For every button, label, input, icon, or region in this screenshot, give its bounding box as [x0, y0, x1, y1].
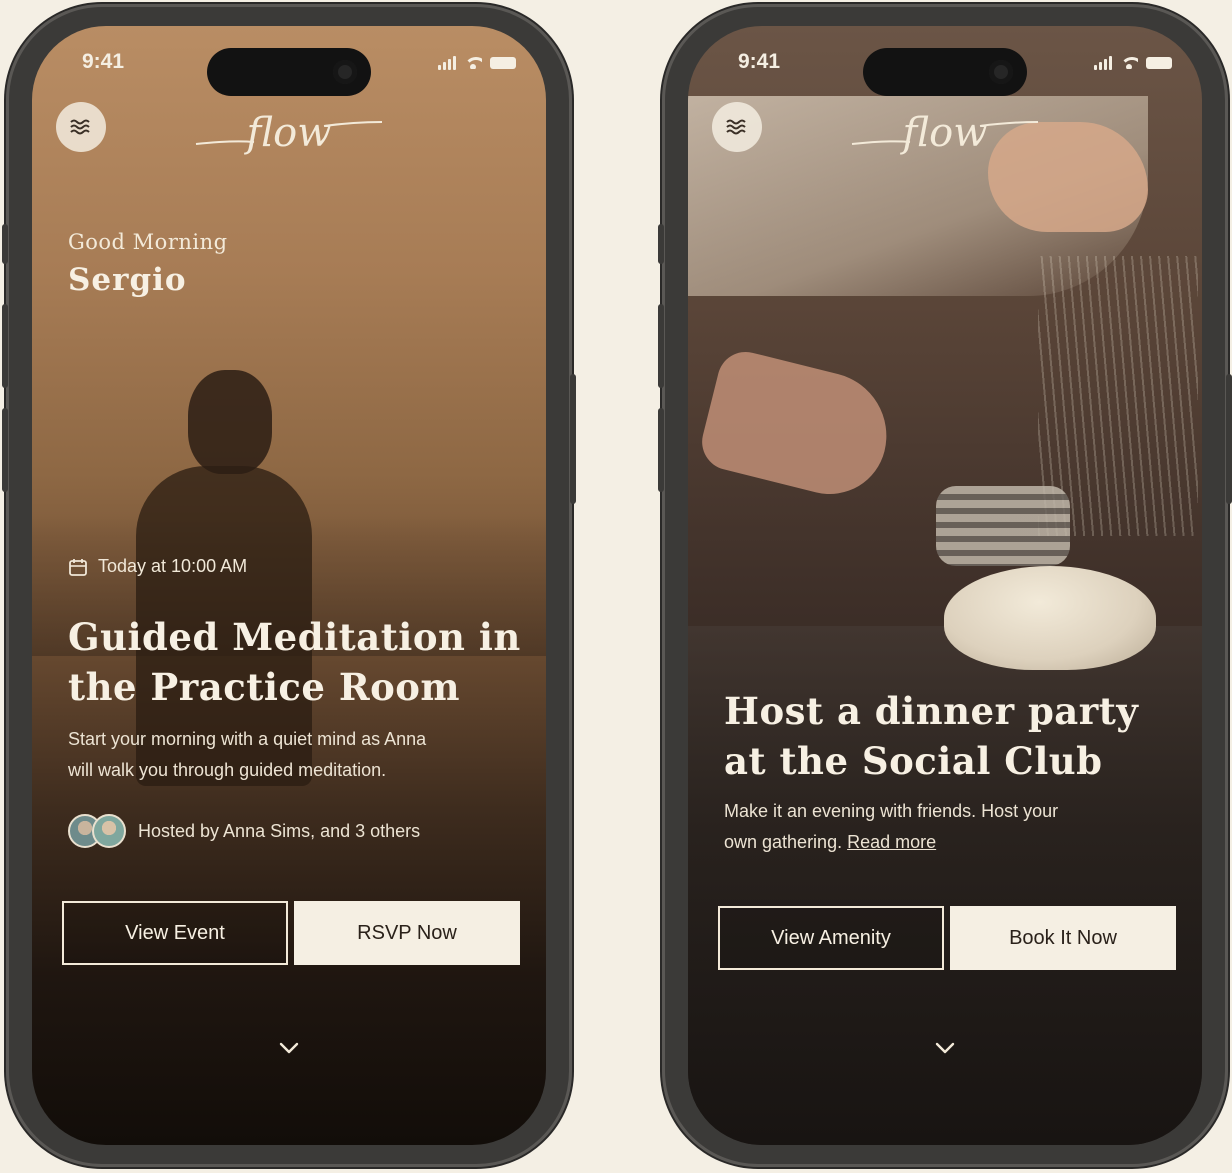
event-title-line1: Guided Meditation in: [68, 615, 521, 659]
view-amenity-button[interactable]: View Amenity: [718, 906, 944, 970]
volume-up-button: [658, 304, 664, 388]
dynamic-island: [207, 48, 371, 96]
book-it-now-button[interactable]: Book It Now: [950, 906, 1176, 970]
amenity-description: Make it an evening with friends. Host yo…: [724, 796, 1194, 858]
status-icons: [438, 56, 516, 70]
menu-button[interactable]: [56, 102, 106, 152]
waves-icon: [726, 119, 746, 135]
flow-logo: flow: [851, 110, 1039, 156]
menu-button[interactable]: [712, 102, 762, 152]
greeting: Good Morning: [68, 230, 228, 254]
hosts-row[interactable]: Hosted by Anna Sims, and 3 others: [68, 814, 420, 848]
status-icons: [1094, 56, 1172, 70]
mute-switch: [2, 224, 8, 264]
signal-icon: [438, 56, 456, 70]
person-head: [188, 370, 272, 474]
event-description-line1: Start your morning with a quiet mind as …: [68, 729, 427, 749]
avatar: [92, 814, 126, 848]
meditation-screen: 9:41 flow Good Morning Sergio Today at 1…: [32, 26, 546, 1145]
event-description-line2: will walk you through guided meditation.: [68, 760, 387, 780]
event-date-text: Today at 10:00 AM: [98, 556, 248, 576]
amenity-title-line2: at the Social Club: [724, 739, 1103, 783]
view-event-button[interactable]: View Event: [62, 901, 288, 965]
power-button: [1226, 374, 1232, 504]
battery-icon: [490, 57, 516, 69]
wifi-icon: [1120, 57, 1138, 69]
event-title: Guided Meditation in the Practice Room: [68, 612, 538, 712]
read-more-link[interactable]: Read more: [847, 832, 936, 852]
dynamic-island: [863, 48, 1027, 96]
event-description: Start your morning with a quiet mind as …: [68, 724, 538, 786]
signal-icon: [1094, 56, 1112, 70]
camera-icon: [989, 60, 1013, 84]
chevron-down-icon[interactable]: [278, 1041, 300, 1055]
dough-ball: [944, 566, 1156, 670]
mute-switch: [658, 224, 664, 264]
volume-down-button: [658, 408, 664, 492]
event-date: Today at 10:00 AM: [68, 556, 247, 577]
logo-text: flow: [244, 110, 332, 156]
status-time: 9:41: [82, 50, 125, 73]
phone-meditation: 9:41 flow Good Morning Sergio Today at 1…: [2, 4, 576, 1167]
flow-logo: flow: [195, 110, 383, 156]
user-name: Sergio: [68, 262, 187, 298]
chevron-down-icon[interactable]: [934, 1041, 956, 1055]
phone-dinner-party: 9:41 flow Host a dinner party at the Soc…: [658, 4, 1232, 1167]
amenity-title: Host a dinner party at the Social Club: [724, 686, 1194, 786]
wifi-icon: [464, 57, 482, 69]
volume-up-button: [2, 304, 8, 388]
logo-text: flow: [900, 110, 988, 156]
power-button: [570, 374, 576, 504]
waves-icon: [70, 119, 90, 135]
battery-icon: [1146, 57, 1172, 69]
rsvp-now-button[interactable]: RSVP Now: [294, 901, 520, 965]
host-avatars: [68, 814, 126, 848]
stacked-plates: [936, 486, 1070, 566]
event-title-line2: the Practice Room: [68, 665, 461, 709]
hosts-text: Hosted by Anna Sims, and 3 others: [138, 820, 421, 841]
amenity-title-line1: Host a dinner party: [724, 689, 1139, 733]
status-time: 9:41: [738, 50, 781, 73]
calendar-icon: [69, 558, 87, 576]
dinner-party-screen: 9:41 flow Host a dinner party at the Soc…: [688, 26, 1202, 1145]
camera-icon: [333, 60, 357, 84]
amenity-description-line1: Make it an evening with friends. Host yo…: [724, 801, 1059, 821]
volume-down-button: [2, 408, 8, 492]
amenity-description-line2: own gathering. Read more: [724, 827, 1194, 858]
amenity-description-prefix: own gathering.: [724, 832, 843, 852]
